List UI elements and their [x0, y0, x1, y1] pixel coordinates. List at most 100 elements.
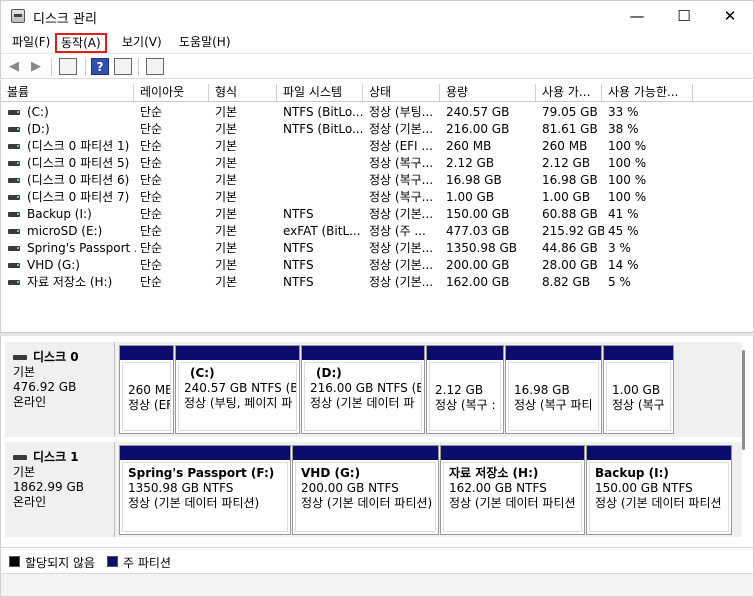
disk-1-partition-h[interactable]: 자료 저장소 (H:) 162.00 GB NTFS 정상 (기본 데이터 파티…: [440, 445, 585, 535]
menu-action[interactable]: 동작(A): [55, 33, 107, 53]
table-cell: 정상 (주 ...: [369, 224, 426, 238]
volume-icon: [8, 144, 20, 149]
table-row[interactable]: microSD (E:) 단순 기본 exFAT (BitL... 정상 (주 ... 4…: [1, 223, 753, 240]
table-row[interactable]: (디스크 0 파티션 5) 단순 기본 정상 (복구... 2.12 GB 2.12 GB…: [1, 155, 753, 172]
column-header-free-space[interactable]: 사용 가...: [536, 84, 602, 101]
menu-help[interactable]: 도움말(H): [175, 33, 235, 53]
partition-size: 16.98 GB: [514, 383, 570, 397]
back-arrow-icon[interactable]: ◀: [5, 58, 23, 75]
column-header-layout[interactable]: 레이아웃: [134, 84, 209, 101]
toolbar-separator: [85, 58, 86, 76]
table-row[interactable]: Spring's Passport ... 단순 기본 NTFS 정상 (기본... 13…: [1, 240, 753, 257]
table-cell: 기본: [215, 173, 238, 187]
disk-1-partition-g[interactable]: VHD (G:) 200.00 GB NTFS 정상 (기본 데이터 파티션): [292, 445, 439, 535]
volume-icon: [8, 280, 20, 285]
table-cell: 기본: [215, 275, 238, 289]
table-cell: 162.00 GB: [446, 275, 510, 289]
console-tree-icon[interactable]: [59, 58, 77, 75]
table-row[interactable]: (디스크 0 파티션 6) 단순 기본 정상 (복구... 16.98 GB 16.98 …: [1, 172, 753, 189]
table-cell: 38 %: [608, 122, 639, 136]
title-bar: 디스크 관리 — ☐ ✕: [0, 0, 754, 31]
table-header: 볼륨 레이아웃 형식 파일 시스템 상태 용량 사용 가... 사용 가능한..…: [1, 84, 753, 102]
table-cell: 단순: [140, 105, 163, 119]
table-cell: 200.00 GB: [446, 258, 510, 272]
toolbar: ◀ ▶ ?: [0, 53, 754, 79]
table-cell: 정상 (복구...: [369, 190, 434, 204]
minimize-button[interactable]: —: [614, 1, 660, 32]
menu-view[interactable]: 보기(V): [118, 33, 166, 53]
status-bar: [0, 573, 754, 597]
partition-title: Spring's Passport (F:): [128, 466, 275, 480]
disk-0-partition-c[interactable]: (C:) 240.57 GB NTFS (Bit 정상 (부팅, 페이지 파: [175, 345, 300, 434]
disk-0-partition-7[interactable]: 1.00 GB 정상 (복구: [603, 345, 674, 434]
table-cell: 기본: [215, 156, 238, 170]
table-cell: [283, 155, 365, 172]
table-row[interactable]: (C:) 단순 기본 NTFS (BitLo... 정상 (부팅... 240.57 GB…: [1, 104, 753, 121]
column-header-volume[interactable]: 볼륨: [1, 84, 134, 101]
table-cell: 단순: [140, 207, 163, 221]
disk-icon: [13, 355, 27, 360]
table-cell: 150.00 GB: [446, 207, 510, 221]
properties-icon[interactable]: [114, 58, 132, 75]
disk-0-label[interactable]: 디스크 0 기본 476.92 GB 온라인: [5, 342, 115, 437]
menu-bar: 파일(F) 동작(A) 보기(V) 도움말(H): [0, 31, 754, 53]
table-cell: 44.86 GB: [542, 241, 598, 255]
table-row[interactable]: (D:) 단순 기본 NTFS (BitLo... 정상 (기본... 216.00 GB…: [1, 121, 753, 138]
disk-0-partition-1[interactable]: 260 MB 정상 (EFI: [119, 345, 174, 434]
disk-management-icon: [11, 9, 25, 23]
table-row[interactable]: 자료 저장소 (H:) 단순 기본 NTFS 정상 (기본... 162.00 GB 8.8…: [1, 274, 753, 291]
column-header-status[interactable]: 상태: [363, 84, 440, 101]
partition-status: 정상 (기본 데이터 파: [310, 396, 415, 410]
table-cell: 기본: [215, 241, 238, 255]
disk-0-partition-5[interactable]: 2.12 GB 정상 (복구 :: [426, 345, 504, 434]
forward-arrow-icon[interactable]: ▶: [27, 58, 45, 75]
disk-1-label[interactable]: 디스크 1 기본 1862.99 GB 온라인: [5, 442, 115, 537]
column-header-filesystem[interactable]: 파일 시스템: [277, 84, 363, 101]
table-cell: 단순: [140, 190, 163, 204]
maximize-button[interactable]: ☐: [661, 1, 707, 32]
help-icon[interactable]: ?: [91, 58, 109, 75]
table-cell: 정상 (기본...: [369, 275, 434, 289]
column-header-capacity[interactable]: 용량: [440, 84, 536, 101]
settings-list-icon[interactable]: [146, 58, 164, 75]
table-cell: 2.12 GB: [542, 156, 591, 170]
disk-graph-view: 디스크 0 기본 476.92 GB 온라인 260 MB 정상 (EFI (C…: [0, 336, 754, 547]
table-cell: 33 %: [608, 105, 639, 119]
table-row[interactable]: (디스크 0 파티션 1) 단순 기본 정상 (EFI ... 260 MB 260 MB…: [1, 138, 753, 155]
disk-1-partition-i[interactable]: Backup (I:) 150.00 GB NTFS 정상 (기본 데이터 파티…: [586, 445, 732, 535]
table-cell: [283, 138, 365, 155]
table-cell: (디스크 0 파티션 5): [27, 156, 130, 170]
column-header-type[interactable]: 형식: [209, 84, 277, 101]
table-cell: 216.00 GB: [446, 122, 510, 136]
table-cell: 28.00 GB: [542, 258, 598, 272]
disk-0-partition-d[interactable]: (D:) 216.00 GB NTFS (Bit 정상 (기본 데이터 파: [301, 345, 425, 434]
table-cell: 240.57 GB: [446, 105, 510, 119]
table-row[interactable]: VHD (G:) 단순 기본 NTFS 정상 (기본... 200.00 GB 28.00 …: [1, 257, 753, 274]
disk-1-partition-f[interactable]: Spring's Passport (F:) 1350.98 GB NTFS 정…: [119, 445, 291, 535]
column-header-percent-free[interactable]: 사용 가능한...: [602, 84, 693, 101]
disk-0-name: 디스크 0: [33, 350, 79, 364]
partition-status: 정상 (EFI: [128, 398, 170, 412]
table-cell: 단순: [140, 139, 163, 153]
table-cell: [283, 172, 365, 189]
table-cell: 100 %: [608, 156, 647, 170]
table-cell: (C:): [27, 105, 49, 119]
vertical-scrollbar[interactable]: [742, 350, 745, 450]
disk-0-size: 476.92 GB: [13, 380, 77, 394]
table-row[interactable]: (디스크 0 파티션 7) 단순 기본 정상 (복구... 1.00 GB 1.00 GB…: [1, 189, 753, 206]
toolbar-separator: [51, 58, 52, 76]
table-cell: 단순: [140, 122, 163, 136]
table-row[interactable]: Backup (I:) 단순 기본 NTFS 정상 (기본... 150.00 GB 60.…: [1, 206, 753, 223]
volume-table: 볼륨 레이아웃 형식 파일 시스템 상태 용량 사용 가... 사용 가능한..…: [0, 80, 754, 332]
menu-file[interactable]: 파일(F): [8, 33, 54, 53]
table-cell: Spring's Passport ...: [27, 241, 136, 255]
close-button[interactable]: ✕: [707, 1, 753, 32]
table-cell: 단순: [140, 173, 163, 187]
volume-icon: [8, 195, 20, 200]
legend-primary-swatch: [107, 556, 118, 567]
disk-0-partition-6[interactable]: 16.98 GB 정상 (복구 파티: [505, 345, 602, 434]
table-cell: 16.98 GB: [542, 173, 598, 187]
volume-icon: [8, 178, 20, 183]
table-cell: NTFS (BitLo...: [283, 105, 364, 119]
table-cell: NTFS: [283, 258, 314, 272]
